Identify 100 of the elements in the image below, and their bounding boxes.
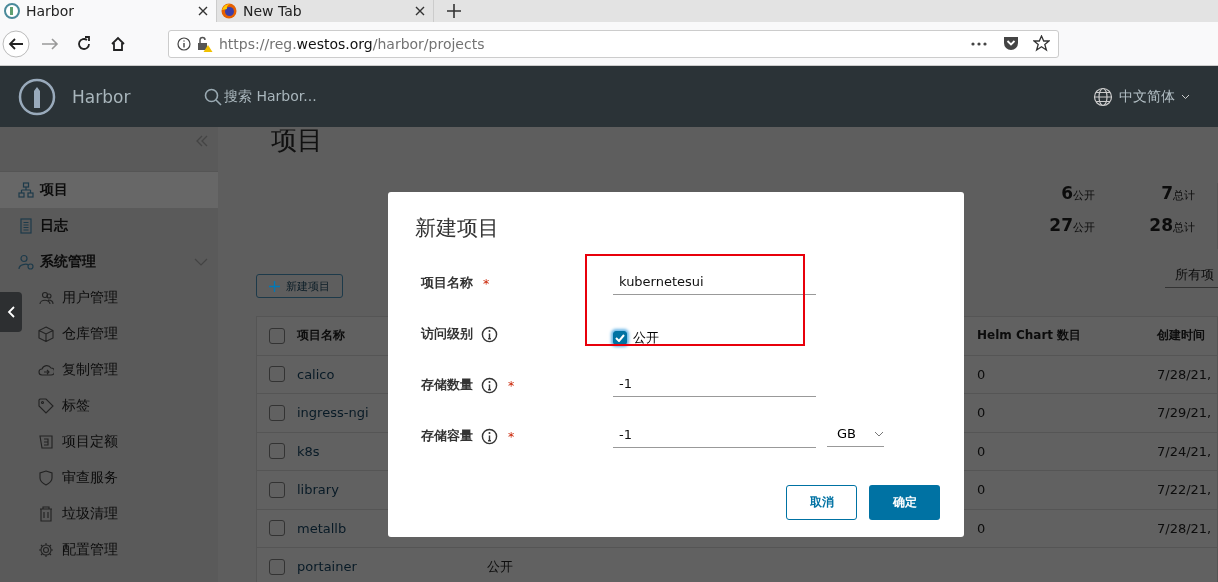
required-mark: * bbox=[508, 429, 515, 444]
globe-icon bbox=[1093, 86, 1113, 107]
checkbox[interactable] bbox=[269, 327, 285, 344]
tag-icon bbox=[38, 398, 54, 414]
bookmark-star-icon[interactable] bbox=[1033, 35, 1050, 52]
table-cell: 7/22/21, bbox=[1157, 482, 1212, 498]
browser-logo-icon bbox=[221, 3, 237, 19]
info-icon[interactable] bbox=[177, 36, 191, 51]
close-icon[interactable] bbox=[198, 6, 208, 16]
sidebar-item[interactable]: 仓库管理 bbox=[22, 316, 218, 352]
language-selector[interactable]: 中文简体 bbox=[1093, 86, 1190, 107]
stat-count: 28总计 bbox=[1148, 215, 1195, 235]
field-label: 存储数量 bbox=[421, 377, 473, 394]
column-header: 项目名称 bbox=[297, 327, 345, 345]
table-cell: 0 bbox=[977, 443, 986, 459]
sidebar-item[interactable]: 用户管理 bbox=[22, 280, 218, 316]
search-icon bbox=[204, 87, 222, 106]
table-cell: 7/28/21, bbox=[1157, 520, 1212, 536]
project-link[interactable]: metallb bbox=[297, 520, 347, 536]
checkbox[interactable] bbox=[269, 481, 285, 498]
new-project-button[interactable]: 新建项目 bbox=[256, 274, 343, 298]
project-link[interactable]: k8s bbox=[297, 443, 320, 459]
column-header: 创建时间 bbox=[1157, 327, 1205, 345]
sidebar-item[interactable]: 日志 bbox=[0, 208, 218, 244]
checkbox-label: 公开 bbox=[633, 328, 659, 347]
users-icon bbox=[38, 290, 54, 306]
table-cell: 7/29/21, bbox=[1157, 405, 1212, 421]
browser-tab[interactable]: Harbor bbox=[0, 0, 217, 22]
cancel-button[interactable]: 取消 bbox=[786, 485, 857, 520]
caret-icon bbox=[1181, 93, 1190, 100]
search-field[interactable]: 搜索 Harbor... bbox=[204, 87, 317, 106]
sidebar-item[interactable]: 复制管理 bbox=[22, 352, 218, 388]
stat-count: 7总计 bbox=[1160, 183, 1195, 203]
reload-icon[interactable] bbox=[76, 35, 92, 52]
table-cell: 0 bbox=[977, 405, 986, 421]
harbor-favicon-icon bbox=[4, 3, 20, 19]
url-text: westos.org bbox=[296, 35, 373, 52]
field-label: 项目名称 bbox=[421, 275, 473, 292]
input-field[interactable]: -1 bbox=[613, 427, 816, 448]
app-name: Harbor bbox=[72, 86, 132, 107]
stat-count: 6公开 bbox=[1060, 183, 1095, 203]
column-header: Helm Chart 数目 bbox=[977, 327, 1082, 345]
table-cell: 公开 bbox=[487, 558, 513, 574]
checkbox[interactable] bbox=[269, 443, 285, 460]
insecure-lock-icon bbox=[197, 35, 213, 52]
plus-icon bbox=[269, 280, 280, 292]
cloud-icon bbox=[38, 362, 54, 378]
user-gear-icon bbox=[18, 254, 34, 270]
table-cell: 0 bbox=[977, 520, 986, 536]
home-icon[interactable] bbox=[110, 35, 126, 52]
field-label: 存储容量 bbox=[421, 428, 473, 445]
url-text: https://reg. bbox=[219, 35, 297, 52]
sidebar-item[interactable]: 项目 bbox=[0, 172, 218, 208]
checkbox[interactable] bbox=[269, 404, 285, 421]
dialog-title: 新建项目 bbox=[415, 215, 500, 242]
sidebar-item[interactable]: 标签 bbox=[22, 388, 218, 424]
required-mark: * bbox=[508, 378, 515, 393]
address-bar[interactable]: https://reg.westos.org/harbor/projects bbox=[168, 29, 1059, 58]
input-field[interactable]: -1 bbox=[613, 376, 816, 397]
project-link[interactable]: portainer bbox=[297, 559, 357, 575]
side-panel-toggle[interactable] bbox=[0, 292, 22, 332]
new-tab-icon[interactable] bbox=[447, 4, 461, 18]
sidebar-item[interactable]: 垃圾清理 bbox=[22, 496, 218, 532]
pocket-icon[interactable] bbox=[1003, 36, 1019, 51]
project-link[interactable]: ingress-ngi bbox=[297, 405, 369, 421]
project-link[interactable]: calico bbox=[297, 366, 335, 382]
hierarchy-icon bbox=[18, 182, 34, 198]
checkbox[interactable] bbox=[269, 366, 285, 383]
checkbox[interactable] bbox=[269, 558, 285, 575]
trash-icon bbox=[38, 506, 54, 522]
page-title: 项目 bbox=[271, 124, 323, 157]
close-icon[interactable] bbox=[415, 6, 425, 16]
quota-icon bbox=[38, 434, 54, 450]
checkbox[interactable] bbox=[269, 520, 285, 537]
table-cell: 7/28/21, bbox=[1157, 366, 1212, 382]
cube-icon bbox=[38, 326, 54, 342]
sidebar-item[interactable]: 系统管理 bbox=[0, 244, 218, 280]
lighthouse-logo-icon bbox=[18, 77, 56, 116]
project-link[interactable]: library bbox=[297, 482, 339, 498]
sidebar-item[interactable]: 项目定额 bbox=[22, 424, 218, 460]
stat-count: 27公开 bbox=[1048, 215, 1095, 235]
back-icon[interactable] bbox=[2, 29, 30, 58]
confirm-button[interactable]: 确定 bbox=[869, 485, 940, 520]
url-text: /harbor/projects bbox=[372, 35, 485, 52]
filter-dropdown[interactable]: 所有项 bbox=[1165, 266, 1218, 288]
table-cell: 7/24/21, bbox=[1157, 443, 1212, 459]
checkbox[interactable] bbox=[613, 330, 627, 345]
caret-icon bbox=[874, 430, 884, 437]
shield-icon bbox=[38, 470, 54, 486]
gear-icon bbox=[38, 542, 54, 558]
chevron-left-icon bbox=[7, 306, 15, 318]
field-label: 访问级别 bbox=[421, 326, 473, 343]
forward-icon bbox=[41, 35, 59, 52]
sidebar-item[interactable]: 配置管理 bbox=[22, 532, 218, 568]
unit-dropdown[interactable]: GB bbox=[827, 426, 884, 447]
table-cell: 0 bbox=[977, 366, 986, 382]
more-icon[interactable] bbox=[971, 41, 987, 46]
required-mark: * bbox=[483, 276, 490, 291]
input-field[interactable]: kubernetesui bbox=[613, 274, 816, 295]
sidebar-item[interactable]: 审查服务 bbox=[22, 460, 218, 496]
